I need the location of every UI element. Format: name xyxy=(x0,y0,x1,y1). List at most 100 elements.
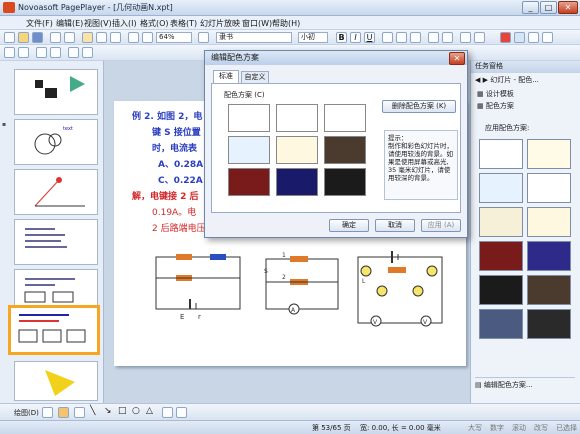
scheme-swatch[interactable] xyxy=(527,207,571,237)
scheme-swatch[interactable] xyxy=(479,241,523,271)
menu-format[interactable]: 格式(O) xyxy=(140,18,169,29)
delete-scheme-button[interactable]: 删除配色方案 (K) xyxy=(382,100,456,113)
menu-slideshow[interactable]: 幻灯片放映 xyxy=(200,18,240,29)
dialog-scheme-option[interactable] xyxy=(276,136,318,164)
menu-table[interactable]: 表格(T) xyxy=(170,18,197,29)
scheme-swatch[interactable] xyxy=(479,309,523,339)
new-icon[interactable] xyxy=(4,32,15,43)
save-icon[interactable] xyxy=(32,32,43,43)
slide-thumbnail-selected[interactable] xyxy=(8,305,100,355)
underline-button[interactable]: U xyxy=(364,32,375,43)
promote-icon[interactable] xyxy=(4,47,15,58)
dialog-scheme-option[interactable] xyxy=(276,168,318,196)
dialog-scheme-option[interactable] xyxy=(324,136,366,164)
back-icon[interactable]: ◀ ▶ xyxy=(475,76,490,84)
dialog-scheme-option[interactable] xyxy=(276,104,318,132)
taskpane-icon[interactable] xyxy=(514,32,525,43)
size-select[interactable]: 小初 xyxy=(298,32,328,43)
thumbnail-number: ▪ xyxy=(2,121,7,128)
slide-thumbnail[interactable] xyxy=(14,219,98,265)
scheme-swatch[interactable] xyxy=(479,139,523,169)
expand-icon[interactable] xyxy=(82,47,93,58)
rectangle-icon[interactable]: □ xyxy=(118,406,127,416)
align-left-icon[interactable] xyxy=(382,32,393,43)
dialog-scheme-option[interactable] xyxy=(228,136,270,164)
bold-button[interactable]: B xyxy=(336,32,347,43)
slide-thumbnail[interactable] xyxy=(14,169,98,215)
line-icon[interactable]: ╲ xyxy=(90,406,95,416)
scheme-group-label: 配色方案 (C) xyxy=(224,91,265,99)
outdent-icon[interactable] xyxy=(474,32,485,43)
arrow-icon[interactable]: ↘ xyxy=(104,406,112,416)
menu-window[interactable]: 窗口(W) xyxy=(242,18,272,29)
font-select[interactable]: 隶书 xyxy=(216,32,292,43)
cut-icon[interactable] xyxy=(82,32,93,43)
slide-thumbnail[interactable] xyxy=(14,361,98,401)
paste-icon[interactable] xyxy=(110,32,121,43)
tab-standard[interactable]: 标准 xyxy=(213,70,239,84)
dialog-scheme-option[interactable] xyxy=(324,104,366,132)
maximize-button[interactable]: □ xyxy=(540,1,557,14)
close-button[interactable]: ✕ xyxy=(558,1,578,14)
numbering-icon[interactable] xyxy=(442,32,453,43)
minimize-button[interactable]: _ xyxy=(522,1,539,14)
menu-edit[interactable]: 编辑(E) xyxy=(56,18,83,29)
move-down-icon[interactable] xyxy=(50,47,61,58)
dialog-close-button[interactable]: ✕ xyxy=(449,52,465,65)
tip-title: 提示： xyxy=(388,134,408,142)
move-up-icon[interactable] xyxy=(36,47,47,58)
italic-button[interactable]: I xyxy=(350,32,361,43)
align-right-icon[interactable] xyxy=(410,32,421,43)
textbox-icon[interactable] xyxy=(162,407,173,418)
scheme-swatch[interactable] xyxy=(479,207,523,237)
collapse-icon[interactable] xyxy=(68,47,79,58)
menu-help[interactable]: 帮助(H) xyxy=(272,18,300,29)
dialog-scheme-option[interactable] xyxy=(324,168,366,196)
bullets-icon[interactable] xyxy=(428,32,439,43)
cancel-button[interactable]: 取消 xyxy=(375,219,415,232)
color-scheme-link[interactable]: ▦ 配色方案 xyxy=(477,101,514,111)
autoshape-icon[interactable] xyxy=(58,407,69,418)
design-template-link[interactable]: ▦ 设计模板 xyxy=(477,89,514,99)
indent-icon[interactable] xyxy=(460,32,471,43)
design-icon[interactable] xyxy=(500,32,511,43)
zoom-select[interactable]: 64% xyxy=(156,32,192,43)
align-center-icon[interactable] xyxy=(396,32,407,43)
color-scheme-label: 配色方案 xyxy=(485,102,514,110)
triangle-icon[interactable]: △ xyxy=(146,406,153,416)
dialog-scheme-option[interactable] xyxy=(228,104,270,132)
open-icon[interactable] xyxy=(18,32,29,43)
picture-icon[interactable] xyxy=(176,407,187,418)
scheme-swatch[interactable] xyxy=(479,275,523,305)
slide-thumbnail[interactable]: text xyxy=(14,119,98,165)
edit-scheme-link[interactable]: ▤ 编辑配色方案... xyxy=(475,377,575,389)
demote-icon[interactable] xyxy=(18,47,29,58)
rotate-icon[interactable] xyxy=(74,407,85,418)
scheme-swatch[interactable] xyxy=(527,275,571,305)
label-e: E xyxy=(180,313,184,321)
table-icon[interactable] xyxy=(198,32,209,43)
ok-button[interactable]: 确定 xyxy=(329,219,369,232)
apply-button[interactable]: 应用 (A) xyxy=(421,219,461,232)
copy-icon[interactable] xyxy=(96,32,107,43)
font-color-icon[interactable] xyxy=(542,32,553,43)
scheme-swatch[interactable] xyxy=(527,309,571,339)
menu-view[interactable]: 视图(V) xyxy=(84,18,112,29)
menu-insert[interactable]: 插入(I) xyxy=(112,18,137,29)
oval-icon[interactable]: ○ xyxy=(132,406,140,416)
undo-icon[interactable] xyxy=(128,32,139,43)
redo-icon[interactable] xyxy=(142,32,153,43)
scheme-swatch[interactable] xyxy=(527,241,571,271)
preview-icon[interactable] xyxy=(64,32,75,43)
select-icon[interactable] xyxy=(42,407,53,418)
menu-file[interactable]: 文件(F) xyxy=(26,18,53,29)
print-icon[interactable] xyxy=(50,32,61,43)
scheme-swatch[interactable] xyxy=(527,139,571,169)
draw-menu[interactable]: 绘图(D) xyxy=(14,408,39,418)
scheme-swatch[interactable] xyxy=(479,173,523,203)
slide-thumbnail[interactable] xyxy=(14,69,98,115)
task-pane-nav[interactable]: ◀ ▶ 幻灯片 - 配色... xyxy=(475,75,579,86)
dialog-scheme-option[interactable] xyxy=(228,168,270,196)
new-slide-icon[interactable] xyxy=(528,32,539,43)
scheme-swatch[interactable] xyxy=(527,173,571,203)
